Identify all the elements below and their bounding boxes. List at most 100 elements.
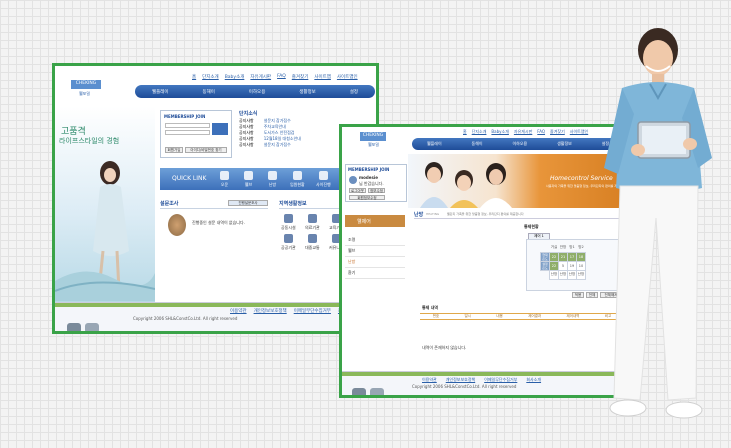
mode-cell[interactable]: 난방 bbox=[558, 269, 568, 280]
quick-link-label: 웰브 bbox=[244, 182, 253, 187]
temperature-cell[interactable]: 22 bbox=[549, 251, 559, 262]
edit-info-button[interactable]: 정보수정 bbox=[368, 188, 385, 193]
notice-category: 공지사항 bbox=[239, 142, 254, 147]
top-nav-baby[interactable]: Baby소개 bbox=[491, 129, 508, 135]
light-icon bbox=[220, 171, 229, 180]
site-logo-subtitle: 웰포밀 bbox=[368, 142, 380, 147]
site-logo[interactable]: CHEKING bbox=[71, 80, 101, 89]
main-nav-item-1[interactable]: 웰플레이 bbox=[152, 89, 169, 95]
welcome-text: 님 반갑습니다. bbox=[359, 181, 384, 186]
hero-illustration: 고품격 라이프스타일의 경험 bbox=[55, 106, 155, 302]
quick-link-label: 난방 bbox=[268, 182, 277, 187]
find-account-button[interactable]: 아이디/비밀번호 찾기 bbox=[185, 147, 227, 153]
copyright: Copyright 2006 SHL&ConstCo.Ltd. All righ… bbox=[412, 384, 517, 389]
select-all-button[interactable]: 전체 bbox=[586, 292, 598, 298]
quick-link-item[interactable]: 입원현황 bbox=[290, 171, 305, 188]
mode-cell[interactable]: 난방 bbox=[549, 269, 559, 280]
top-nav-faq[interactable]: FAQ bbox=[277, 74, 286, 80]
apply-button[interactable]: 적용 bbox=[572, 292, 584, 298]
footer-bar bbox=[342, 372, 628, 376]
history-table-header: 번호 일시 내용 제어결과 제어내역 비고 bbox=[420, 313, 624, 320]
top-nav-sitemap[interactable]: 사이트맵 bbox=[314, 74, 331, 80]
top-nav-sitemap[interactable]: 사이트맵인 bbox=[570, 129, 588, 135]
footer-bar bbox=[55, 303, 376, 307]
top-nav-home[interactable]: 홈 bbox=[463, 129, 467, 135]
main-nav-item-4[interactable]: 생활정보 bbox=[299, 89, 316, 95]
quick-link-item[interactable]: 사이진행 bbox=[316, 171, 331, 188]
column-header: 내용 bbox=[496, 314, 503, 318]
notice-link[interactable]: 설문지 참가접수 bbox=[264, 142, 291, 148]
login-button[interactable] bbox=[212, 123, 228, 135]
top-nav-board[interactable]: 자유게시판 bbox=[514, 129, 532, 135]
footer-link-about[interactable]: 회사소개 bbox=[526, 377, 541, 383]
temperature-cell[interactable]: 21 bbox=[558, 251, 568, 262]
signup-button[interactable]: 회원가입 bbox=[165, 147, 183, 153]
company-logo bbox=[352, 388, 366, 395]
main-nav-item-2[interactable]: 동해이 bbox=[472, 141, 483, 147]
homecontrol-banner: Homecontrol Service 사용자의 가족을 위한 맞춤형 정보, … bbox=[408, 154, 628, 208]
table-corner bbox=[541, 270, 550, 279]
temperature-cell[interactable]: 17 bbox=[567, 251, 577, 262]
page-title: 난방 bbox=[414, 212, 424, 218]
footer-link-terms[interactable]: 이용약관 bbox=[230, 308, 247, 314]
side-menu-item-ventilation[interactable]: 환기 bbox=[345, 268, 405, 279]
membership-title: MEMBERSHIP JOIN bbox=[164, 114, 206, 119]
quick-link-item[interactable]: 난방 bbox=[268, 171, 277, 188]
main-nav-item-4[interactable]: 생활정보 bbox=[557, 141, 572, 147]
info-item[interactable]: 공동시설 bbox=[281, 214, 296, 231]
top-nav-bookmark[interactable]: 즐겨찾기 bbox=[292, 74, 309, 80]
main-nav-item-2[interactable]: 동해이 bbox=[202, 89, 214, 95]
temperature-cell[interactable]: 18 bbox=[576, 251, 586, 262]
quick-link-label: 입원현황 bbox=[290, 182, 305, 187]
temperature-cell[interactable]: 5 bbox=[558, 260, 568, 271]
top-nav-complex[interactable]: 단지소개 bbox=[472, 129, 487, 135]
side-menu: 웰제어 조명 웰브 난방 환기 bbox=[345, 215, 405, 279]
top-nav-sitemap-in[interactable]: 사이트맵인 bbox=[337, 74, 358, 80]
footer-link-email[interactable]: 이메일무단수집거부 bbox=[294, 308, 331, 314]
id-input[interactable] bbox=[165, 123, 210, 128]
quick-link-label: 사이진행 bbox=[316, 182, 331, 187]
survey-panel: 설문조사 진행설문조사 진행중인 설문 내역이 없습니다. bbox=[160, 200, 272, 250]
top-nav-baby[interactable]: Baby소개 bbox=[225, 74, 245, 80]
quick-link-item[interactable]: 웰브 bbox=[244, 171, 253, 188]
page-subtitle: HEATING bbox=[426, 212, 440, 216]
top-nav-home[interactable]: 홈 bbox=[192, 74, 196, 80]
main-nav-item-5[interactable]: 설정 bbox=[350, 89, 358, 95]
footer-link-privacy[interactable]: 개인정보보호정책 bbox=[254, 308, 287, 314]
quick-link-item[interactable]: 오운 bbox=[220, 171, 229, 188]
site-logo-subtitle: 웰포밀 bbox=[79, 91, 91, 96]
side-menu-item-light[interactable]: 조명 bbox=[345, 235, 405, 246]
top-nav-bookmark[interactable]: 즐겨찾기 bbox=[550, 129, 565, 135]
logout-button[interactable]: 로그아웃 bbox=[349, 188, 366, 193]
main-nav-item-1[interactable]: 웰플레이 bbox=[427, 141, 442, 147]
temperature-cell[interactable]: 22 bbox=[549, 260, 559, 271]
info-item[interactable]: 대중교통 bbox=[305, 234, 320, 251]
mode-cell[interactable]: 난방 bbox=[576, 269, 586, 280]
top-nav-faq[interactable]: FAQ bbox=[537, 129, 545, 135]
mode-cell[interactable]: 난방 bbox=[567, 269, 577, 280]
site-screenshot-main: CHEKING 웰포밀 홈 단지소개 Baby소개 자유게시판 FAQ 즐겨찾기… bbox=[52, 63, 379, 334]
footer-link-email[interactable]: 이메일무단수집거부 bbox=[484, 377, 517, 383]
footer-link-terms[interactable]: 이용약관 bbox=[422, 377, 437, 383]
heating-icon bbox=[268, 171, 277, 180]
top-nav-complex[interactable]: 단지소개 bbox=[202, 74, 219, 80]
divider bbox=[414, 218, 624, 219]
temperature-cell[interactable]: 19 bbox=[567, 260, 577, 271]
main-nav-item-3[interactable]: 이하오용 bbox=[249, 89, 266, 95]
main-nav-item-3[interactable]: 이하오용 bbox=[512, 141, 527, 147]
info-item[interactable]: 공공기관 bbox=[281, 234, 296, 251]
member-settings-button[interactable]: 회원정보수정 bbox=[349, 195, 385, 200]
side-menu-item-heating[interactable]: 난방 bbox=[345, 257, 405, 268]
site-logo[interactable]: CHEKING bbox=[360, 132, 386, 141]
footer-link-privacy[interactable]: 개인정보보호정책 bbox=[446, 377, 475, 383]
survey-more-button[interactable]: 진행설문조사 bbox=[228, 200, 268, 206]
password-input[interactable] bbox=[165, 130, 210, 135]
row-label: 설정온도 bbox=[540, 260, 550, 271]
temperature-cell[interactable]: 10 bbox=[576, 260, 586, 271]
side-menu-item-gas[interactable]: 웰브 bbox=[345, 246, 405, 257]
model-with-tablet bbox=[604, 28, 712, 419]
room-header: 거실 bbox=[550, 244, 558, 249]
top-nav-board[interactable]: 자유게시판 bbox=[250, 74, 271, 80]
info-item[interactable]: 의료기관 bbox=[305, 214, 320, 231]
welcome-username: modesie bbox=[359, 175, 378, 180]
